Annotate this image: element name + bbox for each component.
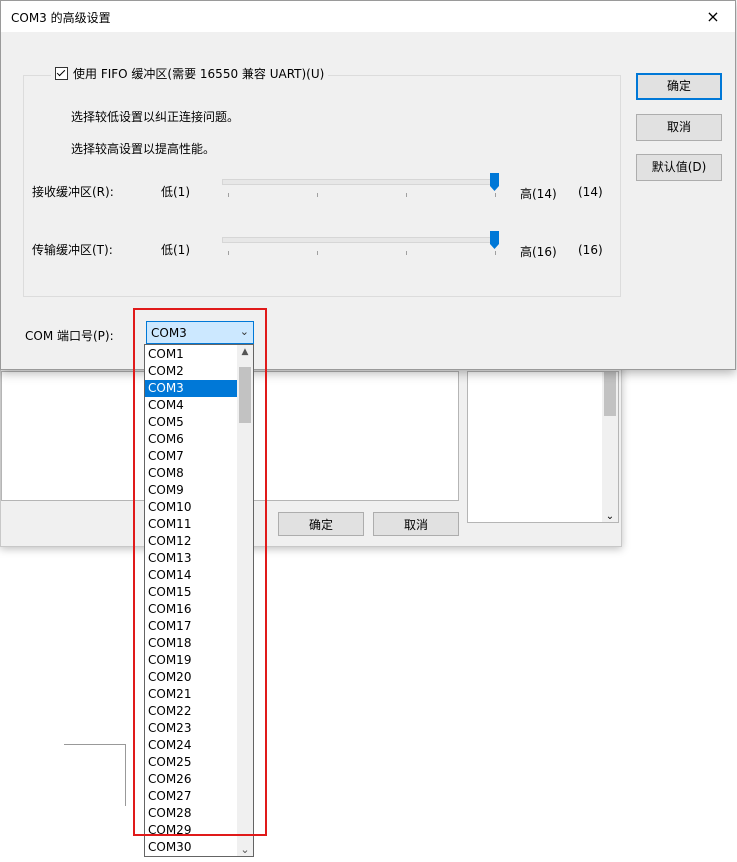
hint-low: 选择较低设置以纠正连接问题。 [71,110,240,124]
fifo-checkbox[interactable] [55,67,68,80]
receive-buffer-label: 接收缓冲区(R): [32,185,114,199]
transmit-high-label: 高(16) [520,245,557,259]
dropdown-item[interactable]: COM30 [145,839,237,856]
scroll-down-icon[interactable]: ⌄ [602,511,618,522]
port-label: COM 端口号(P): [25,329,114,343]
hint-high: 选择较高设置以提高性能。 [71,142,216,156]
background-ok-button[interactable]: 确定 [278,512,364,536]
receive-slider-thumb[interactable] [490,173,499,191]
transmit-buffer-label: 传输缓冲区(T): [32,243,113,257]
highlight-box [133,308,267,836]
title-bar: COM3 的高级设置 × [1,1,735,32]
transmit-slider-track[interactable] [222,237,497,243]
background-scrollbar[interactable]: ⌄ [602,372,618,522]
scroll-down-icon[interactable]: ⌄ [237,843,253,856]
fifo-checkbox-row[interactable]: 使用 FIFO 缓冲区(需要 16550 兼容 UART)(U) [51,65,329,82]
background-cancel-button[interactable]: 取消 [373,512,459,536]
dialog-title: COM3 的高级设置 [11,11,111,25]
fifo-checkbox-label: 使用 FIFO 缓冲区(需要 16550 兼容 UART)(U) [73,67,325,81]
background-list: ⌄ [467,371,619,523]
transmit-value: (16) [578,243,603,257]
transmit-slider-thumb[interactable] [490,231,499,249]
ok-button[interactable]: 确定 [636,73,722,100]
defaults-button[interactable]: 默认值(D) [636,154,722,181]
advanced-settings-dialog: COM3 的高级设置 × 使用 FIFO 缓冲区(需要 16550 兼容 UAR… [0,0,736,370]
cancel-button[interactable]: 取消 [636,114,722,141]
background-line [64,744,126,745]
transmit-low-label: 低(1) [161,243,190,257]
receive-value: (14) [578,185,603,199]
receive-low-label: 低(1) [161,185,190,199]
close-icon[interactable]: × [691,1,735,32]
background-line-vertical [125,744,126,806]
background-scroll-thumb[interactable] [604,372,616,416]
receive-high-label: 高(14) [520,187,557,201]
receive-slider-track[interactable] [222,179,497,185]
